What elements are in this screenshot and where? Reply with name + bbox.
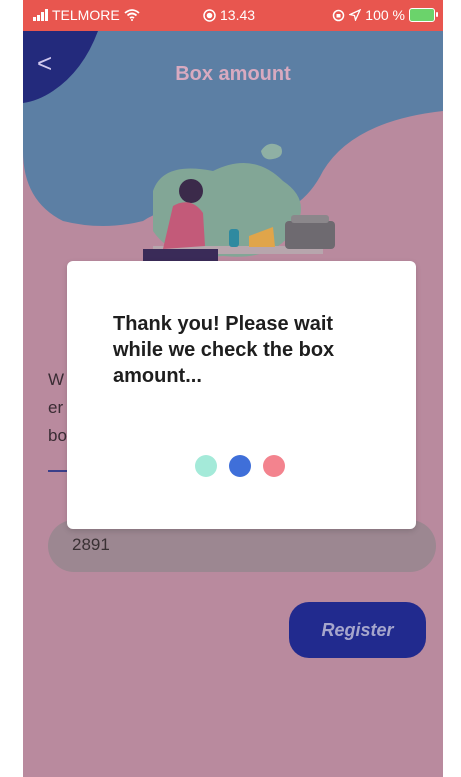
orientation-lock-icon bbox=[333, 9, 345, 21]
register-button[interactable]: Register bbox=[289, 602, 426, 658]
phone-screen: TELMORE 13.43 100 % < Box amount W er bo… bbox=[23, 0, 443, 777]
instruction-line-3: bo bbox=[48, 426, 67, 445]
recording-icon bbox=[203, 8, 216, 22]
carrier-name: TELMORE bbox=[52, 7, 120, 23]
location-icon bbox=[349, 9, 362, 21]
status-bar: TELMORE 13.43 100 % bbox=[23, 0, 443, 31]
signal-icon bbox=[33, 9, 48, 21]
loading-indicator bbox=[195, 455, 285, 477]
status-left: TELMORE bbox=[33, 7, 140, 23]
loading-dot-3 bbox=[263, 455, 285, 477]
loading-dot-1 bbox=[195, 455, 217, 477]
modal-message: Thank you! Please wait while we check th… bbox=[113, 313, 335, 387]
instruction-line-2: er bbox=[48, 398, 64, 417]
page-title: Box amount bbox=[175, 63, 291, 85]
status-time: 13.43 bbox=[220, 7, 256, 23]
status-center: 13.43 bbox=[203, 7, 255, 23]
loading-dot-2 bbox=[229, 455, 251, 477]
wifi-icon bbox=[124, 9, 140, 21]
loading-modal: Thank you! Please wait while we check th… bbox=[67, 261, 416, 529]
instruction-line-1: W bbox=[48, 370, 65, 389]
battery-percent: 100 % bbox=[365, 7, 405, 23]
instruction-text: W er bo bbox=[48, 366, 67, 450]
battery-icon bbox=[409, 8, 438, 22]
status-right: 100 % bbox=[332, 7, 438, 23]
